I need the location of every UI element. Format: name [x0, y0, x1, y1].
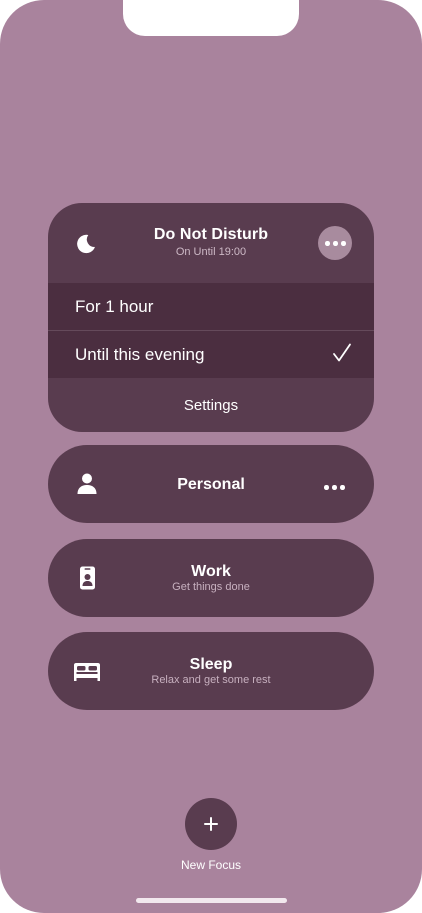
focus-sleep-title: Sleep: [189, 656, 233, 673]
ellipsis-icon: [341, 241, 346, 246]
option-until-this-evening[interactable]: Until this evening: [48, 331, 374, 378]
focus-work-button[interactable]: Work Get things done: [48, 539, 374, 617]
ellipsis-icon: [332, 485, 337, 490]
home-indicator[interactable]: [136, 898, 287, 903]
focus-work-title: Work: [191, 563, 231, 580]
focus-sleep-button[interactable]: Sleep Relax and get some rest: [48, 632, 374, 710]
new-focus-label[interactable]: New Focus: [0, 858, 422, 872]
do-not-disturb-toggle[interactable]: Do Not Disturb On Until 19:00: [48, 203, 374, 283]
option-label: For 1 hour: [75, 297, 154, 316]
ellipsis-icon: [340, 485, 345, 490]
checkmark-icon: [333, 343, 351, 362]
ellipsis-icon: [333, 241, 338, 246]
ellipsis-icon: [324, 485, 329, 490]
dnd-more-button[interactable]: [318, 226, 352, 260]
new-focus-button[interactable]: [185, 798, 237, 850]
ellipsis-icon: [325, 241, 330, 246]
device-notch: [123, 0, 299, 36]
focus-work-subtitle: Get things done: [172, 581, 250, 593]
focus-personal-button[interactable]: Personal: [48, 445, 374, 523]
option-label: Until this evening: [75, 345, 205, 364]
settings-button[interactable]: Settings: [48, 397, 374, 414]
option-for-1-hour[interactable]: For 1 hour: [48, 283, 374, 330]
personal-more-button[interactable]: [318, 470, 352, 504]
do-not-disturb-card: Do Not Disturb On Until 19:00 For 1 hour…: [48, 203, 374, 432]
focus-sleep-subtitle: Relax and get some rest: [151, 674, 271, 686]
focus-screen: Do Not Disturb On Until 19:00 For 1 hour…: [0, 0, 422, 913]
